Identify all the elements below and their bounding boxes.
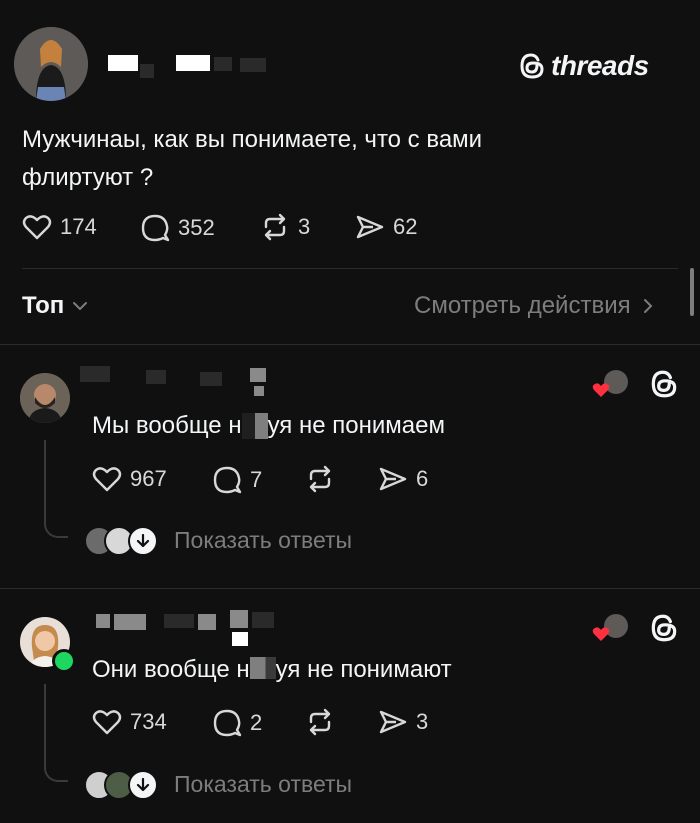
reply-2-text-before: Они вообще н [92, 656, 250, 683]
reply-2-like-count: 734 [130, 709, 167, 734]
post-text-line-1: Мужчинаы, как вы понимаете, что с вами [22, 126, 483, 153]
heart-icon [92, 467, 122, 492]
share-icon [379, 710, 407, 734]
reply-1-expand-icon [128, 526, 158, 556]
reply-2-thread-line [44, 684, 68, 782]
comment-icon [141, 214, 170, 242]
threads-logo-icon [520, 53, 544, 79]
reply-1-comment-count: 7 [250, 467, 263, 492]
post-repost-count: 3 [298, 214, 311, 239]
chevron-right-icon [643, 299, 653, 313]
chevron-down-icon [73, 302, 88, 311]
sort-label: Топ [22, 292, 65, 319]
threads-logo-text: threads [551, 50, 649, 81]
reply-2-comment-count: 2 [250, 710, 263, 735]
share-icon [379, 467, 407, 491]
reply-1-like-count: 967 [130, 466, 167, 491]
reply-1-text-before: Мы вообще н [92, 412, 242, 439]
arrow-down-icon [136, 778, 150, 792]
heart-filled-icon [592, 383, 610, 397]
reply-1-like-button[interactable]: 967 [92, 465, 167, 493]
reply-2-repost-button[interactable] [305, 708, 335, 736]
comment-icon [213, 709, 242, 737]
reply-2-share-button[interactable]: 3 [378, 708, 428, 736]
reply-1-text-after: уя не понимаем [267, 412, 445, 439]
reply-1-thread-line [44, 440, 68, 538]
share-icon [356, 215, 384, 239]
post-share-count: 62 [393, 214, 418, 239]
repost-icon [309, 708, 331, 736]
reply-2-share-count: 3 [416, 709, 429, 734]
post-divider [22, 268, 678, 269]
reply-1-liked-indicator [592, 370, 632, 400]
post-like-button[interactable]: 174 [22, 213, 97, 241]
reply-1-share-count: 6 [416, 466, 429, 491]
reply-1-share-button[interactable]: 6 [378, 465, 428, 493]
reply-1-avatar[interactable] [20, 373, 70, 423]
reply-1-text-censored [241, 413, 268, 439]
heart-filled-icon [592, 627, 610, 641]
reply-1-threads-icon[interactable] [648, 368, 680, 400]
reply-2-expand-icon [128, 770, 158, 800]
reply-2-threads-icon[interactable] [648, 612, 680, 644]
repost-icon [264, 213, 286, 241]
reply-1-show-replies-label: Показать ответы [174, 527, 353, 553]
sort-dropdown[interactable]: Топ [22, 292, 88, 320]
reply-2-show-replies-label: Показать ответы [174, 771, 353, 797]
reply-2-text: Они вообще н уя не понимают [92, 656, 452, 684]
post-comment-count: 352 [178, 215, 215, 240]
view-activity-link[interactable]: Смотреть действия [414, 292, 653, 320]
view-activity-label: Смотреть действия [414, 292, 631, 319]
post-repost-button[interactable]: 3 [260, 213, 310, 241]
post-like-count: 174 [60, 214, 97, 239]
reply-2-text-censored [249, 657, 276, 679]
post-share-button[interactable]: 62 [355, 213, 417, 241]
heart-icon [22, 215, 52, 240]
repost-icon [309, 465, 331, 493]
reply-2-like-button[interactable]: 734 [92, 708, 167, 736]
reply-1-repost-button[interactable] [305, 465, 335, 493]
post-comment-button[interactable]: 352 [140, 213, 215, 243]
online-status-badge [52, 649, 76, 673]
reply-divider [0, 588, 700, 589]
post-text: Мужчинаы, как вы понимаете, что с вами ф… [22, 121, 482, 197]
reply-2-text-after: уя не понимают [275, 656, 452, 683]
reply-1-text: Мы вообще н уя не понимаем [92, 412, 445, 440]
author-avatar[interactable] [14, 27, 88, 101]
scrollbar[interactable] [690, 268, 694, 316]
reply-1-comment-button[interactable]: 7 [212, 465, 262, 495]
comment-icon [213, 466, 242, 494]
author-avatar-image [14, 27, 88, 101]
arrow-down-icon [136, 534, 150, 548]
threads-logo: threads [517, 50, 649, 82]
reply-2-comment-button[interactable]: 2 [212, 708, 262, 738]
section-divider [0, 344, 700, 345]
post-text-line-2: флиртуют ? [22, 164, 154, 191]
heart-icon [92, 710, 122, 735]
reply-2-liked-indicator [592, 614, 632, 644]
reply-1-avatar-image [20, 373, 70, 423]
